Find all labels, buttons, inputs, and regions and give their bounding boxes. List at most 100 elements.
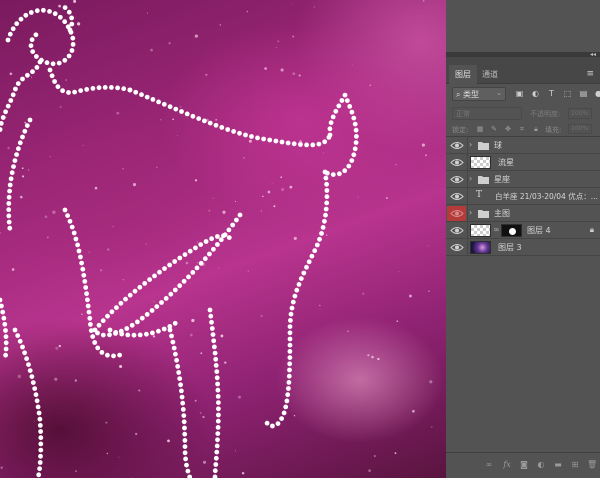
outline-dot bbox=[212, 350, 218, 356]
layer-thumbnail bbox=[470, 156, 491, 169]
opacity-field[interactable]: 100% bbox=[568, 108, 592, 119]
outline-dot bbox=[324, 188, 330, 193]
document-canvas[interactable] bbox=[0, 0, 446, 478]
layer-row[interactable]: T 白羊座 21/03-20/04 优点：... bbox=[446, 188, 600, 205]
filter-smart-object-icon[interactable]: ▤ bbox=[579, 89, 588, 98]
layer-row[interactable]: › 主图 bbox=[446, 205, 600, 222]
tab-channels[interactable]: 通道 bbox=[476, 65, 504, 84]
outline-dot bbox=[26, 362, 31, 367]
star-speck bbox=[277, 40, 280, 43]
eye-icon[interactable] bbox=[450, 191, 464, 202]
outline-dot bbox=[69, 224, 75, 230]
star-speck bbox=[156, 166, 158, 168]
outline-dot bbox=[70, 35, 76, 41]
layer-row[interactable]: 流星 bbox=[446, 154, 600, 171]
blend-mode-select[interactable]: 正常 bbox=[452, 107, 522, 120]
outline-dot bbox=[286, 380, 292, 385]
outline-dot bbox=[88, 328, 94, 333]
outline-dot bbox=[147, 277, 153, 282]
star-speck bbox=[81, 313, 83, 315]
outline-dot bbox=[304, 142, 309, 148]
outline-dot bbox=[342, 92, 348, 98]
outline-dot bbox=[100, 318, 106, 324]
link-layers-icon[interactable]: ∞ bbox=[484, 460, 494, 470]
filter-shape-icon[interactable]: ⬚ bbox=[563, 89, 572, 98]
layer-mask-thumbnail[interactable] bbox=[501, 224, 522, 237]
lock-transparent-icon[interactable]: ▦ bbox=[476, 125, 484, 133]
layer-row[interactable]: ∞ 图层 4 🔒︎ bbox=[446, 222, 600, 239]
outline-dot bbox=[107, 327, 113, 333]
outline-dot bbox=[17, 338, 23, 344]
lock-all-icon[interactable]: 🔒︎ bbox=[532, 125, 540, 133]
add-mask-icon[interactable]: ◙ bbox=[519, 460, 529, 470]
outline-dot bbox=[80, 266, 86, 272]
eye-icon[interactable] bbox=[450, 174, 464, 185]
fx-icon[interactable]: fx bbox=[502, 460, 512, 470]
layer-row[interactable]: › 星座 bbox=[446, 171, 600, 188]
outline-dot bbox=[320, 225, 326, 230]
eye-icon[interactable] bbox=[450, 242, 464, 253]
outline-dot bbox=[3, 334, 9, 340]
outline-dot bbox=[237, 130, 242, 136]
outline-dot bbox=[267, 137, 273, 143]
lock-move-icon[interactable]: ✥ bbox=[504, 125, 512, 133]
star-speck bbox=[408, 294, 412, 298]
outline-dot bbox=[207, 307, 213, 313]
chevron-right-icon[interactable]: › bbox=[469, 140, 472, 149]
eye-icon[interactable] bbox=[450, 225, 464, 236]
chevron-right-icon[interactable]: › bbox=[469, 208, 472, 217]
eye-icon[interactable] bbox=[450, 140, 464, 151]
outline-dot bbox=[0, 297, 3, 303]
chain-link-icon[interactable]: ∞ bbox=[493, 225, 500, 234]
fill-field[interactable]: 100% bbox=[568, 124, 592, 134]
eye-icon[interactable] bbox=[450, 157, 464, 168]
layer-row[interactable]: 图层 3 bbox=[446, 239, 600, 256]
filter-toggle-icon[interactable]: ● bbox=[594, 89, 600, 98]
hamburger-icon[interactable]: ≡ bbox=[586, 70, 594, 79]
star-speck bbox=[159, 119, 162, 121]
outline-dot bbox=[0, 309, 6, 315]
eye-icon[interactable] bbox=[450, 208, 464, 219]
outline-dot bbox=[226, 227, 232, 233]
star-speck bbox=[395, 163, 397, 166]
outline-dot bbox=[0, 115, 6, 120]
new-group-icon[interactable]: ▬ bbox=[553, 460, 563, 470]
filter-pixel-icon[interactable]: ▣ bbox=[515, 89, 524, 98]
outline-dot bbox=[213, 356, 219, 362]
outline-dot bbox=[327, 126, 333, 132]
outline-dot bbox=[57, 14, 63, 20]
outline-dot bbox=[183, 456, 189, 462]
outline-dot bbox=[322, 218, 327, 224]
outline-dot bbox=[28, 43, 34, 49]
outline-dot bbox=[85, 297, 90, 303]
filter-kind-select[interactable]: ⌕ 类型 ⌄ bbox=[452, 87, 506, 101]
outline-dot bbox=[47, 9, 52, 14]
trash-icon[interactable]: 🗑︎ bbox=[587, 460, 597, 470]
tab-layers[interactable]: 图层 bbox=[449, 65, 477, 84]
outline-dot bbox=[194, 265, 200, 271]
outline-dot bbox=[41, 7, 46, 13]
filter-adjustment-icon[interactable]: ◐ bbox=[531, 89, 540, 98]
filter-type-icon[interactable]: T bbox=[547, 89, 556, 98]
outline-dot bbox=[208, 313, 214, 319]
star-speck bbox=[243, 157, 245, 159]
star-speck bbox=[281, 188, 285, 191]
layer-filter-row: ⌕ 类型 ⌄ ▣ ◐ T ⬚ ▤ ● bbox=[446, 84, 600, 105]
outline-dot bbox=[65, 213, 70, 219]
layer-name: 流星 bbox=[498, 158, 514, 167]
chevron-right-icon[interactable]: › bbox=[469, 174, 472, 183]
outline-dot bbox=[152, 273, 157, 279]
outline-dot bbox=[298, 142, 303, 147]
lock-artboard-icon[interactable]: ⌗ bbox=[518, 125, 526, 133]
star-speck bbox=[386, 197, 388, 199]
new-layer-icon[interactable]: ⊞ bbox=[570, 460, 580, 470]
adjustment-layer-icon[interactable]: ◐ bbox=[536, 460, 546, 470]
star-speck bbox=[267, 190, 271, 194]
layer-row[interactable]: › 球 bbox=[446, 137, 600, 154]
outline-dot bbox=[214, 443, 220, 449]
outline-dot bbox=[144, 331, 149, 337]
outline-dot bbox=[75, 242, 80, 248]
outline-dot bbox=[213, 462, 219, 467]
star-speck bbox=[150, 48, 153, 52]
lock-brush-icon[interactable]: ✎ bbox=[490, 125, 498, 133]
